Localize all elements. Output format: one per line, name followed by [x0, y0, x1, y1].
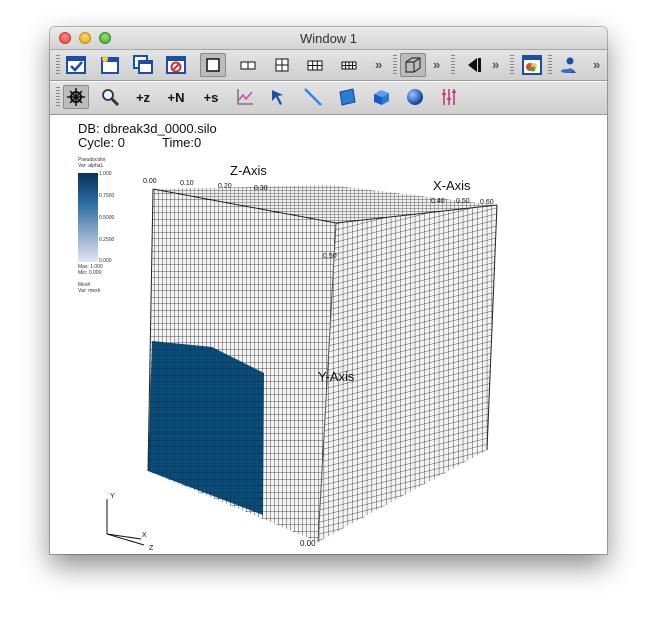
active-window-checkbox-button[interactable]: [63, 53, 89, 77]
lock-person-icon: [561, 57, 576, 73]
y-tick-1: 0.50: [323, 253, 337, 260]
pick-surface-icon: +s: [203, 89, 219, 105]
toolbar-overflow-chevron-3[interactable]: »: [492, 57, 499, 72]
window-toolbar: » » » »: [50, 50, 607, 81]
lock-view-button[interactable]: [556, 53, 582, 77]
line-tool-button[interactable]: [300, 85, 326, 109]
palette-icon: [522, 55, 542, 75]
zoom-button-tool[interactable]: [97, 85, 123, 109]
clone-window-icon: [133, 55, 153, 74]
triad-z-label: Z: [149, 545, 154, 552]
window-title: Window 1: [299, 31, 358, 46]
pick-node-icon: +N: [167, 89, 185, 105]
delete-window-icon: [166, 56, 186, 74]
magnifier-icon: [102, 89, 120, 107]
plane-tool-button[interactable]: [334, 85, 360, 109]
axis-restriction-icon: [442, 89, 456, 105]
toolbar-separator-4: [548, 55, 552, 75]
plane-icon: [339, 88, 356, 106]
toolbar-overflow-chevron-4[interactable]: »: [593, 57, 600, 72]
toolbar2-handle[interactable]: [56, 87, 60, 107]
axis-restriction-button[interactable]: [436, 85, 462, 109]
z-tick-0: 0.00: [143, 178, 157, 185]
layout-3x3-button[interactable]: [336, 53, 362, 77]
navigate-icon: [67, 88, 85, 106]
3d-mesh-scene[interactable]: Z-Axis X-Axis Y-Axis 0.00 0.10 0.20 0.30…: [50, 115, 607, 554]
step-back-icon: [468, 58, 481, 72]
popup-palette-button[interactable]: [519, 53, 545, 77]
interaction-toolbar: +z +N +s: [50, 82, 607, 115]
x-tick-1: 0.40: [431, 198, 445, 205]
layout-2x2-icon: [275, 58, 289, 72]
box-tool-button[interactable]: [368, 85, 394, 109]
layout-2x3-button[interactable]: [302, 53, 328, 77]
delete-window-button[interactable]: [163, 53, 189, 77]
toolbar-handle[interactable]: [56, 55, 60, 75]
x-tick-2: 0.50: [456, 198, 470, 205]
z-tick-2: 0.20: [218, 183, 232, 190]
pick-surface-button[interactable]: +s: [198, 85, 224, 109]
new-window-icon: [101, 56, 119, 74]
toolbar-overflow-chevron[interactable]: »: [375, 57, 382, 72]
new-window-button[interactable]: [97, 53, 123, 77]
sphere-icon: [407, 89, 423, 105]
animation-back-button[interactable]: [460, 53, 486, 77]
layout-2x2-button[interactable]: [269, 53, 295, 77]
pick-zone-button[interactable]: +z: [130, 85, 156, 109]
triad-x-label: X: [142, 532, 147, 539]
pick-zone-icon: +z: [135, 89, 151, 105]
checkbox-icon: [66, 56, 86, 74]
layout-2x3-icon: [307, 60, 323, 71]
cube-outline-icon: [405, 57, 421, 73]
z-tick-1: 0.10: [180, 180, 194, 187]
z-axis-title: Z-Axis: [230, 163, 267, 178]
x-tick-3: 0.60: [480, 199, 494, 206]
bottom-axis-value: 0.00: [300, 539, 316, 548]
fluid-region: [148, 341, 264, 515]
y-axis-title: Y-Axis: [318, 369, 355, 384]
lineout-icon: [237, 89, 253, 105]
toolbar-overflow-chevron-2[interactable]: »: [433, 57, 440, 72]
triad-y-label: Y: [110, 493, 115, 500]
title-bar[interactable]: Window 1: [50, 27, 607, 50]
toolbar-separator-3: [510, 55, 514, 75]
toolbar-separator: [393, 55, 397, 75]
box-icon: [374, 90, 389, 105]
view-3d-button[interactable]: [400, 53, 426, 77]
z-tick-3: 0.30: [254, 185, 268, 192]
pick-tool-button[interactable]: [266, 85, 292, 109]
navigate-button[interactable]: [63, 85, 89, 109]
render-viewport[interactable]: DB: dbreak3d_0000.silo Cycle: 0 Time:0 P…: [50, 115, 607, 554]
x-axis-title: X-Axis: [433, 178, 471, 193]
pointer-icon: [272, 90, 283, 105]
layout-1x1-icon: [206, 58, 220, 72]
orientation-triad: [106, 499, 145, 546]
sphere-tool-button[interactable]: [402, 85, 428, 109]
toolbar-separator-2: [451, 55, 455, 75]
layout-1x2-button[interactable]: [235, 53, 261, 77]
layout-1x1-button[interactable]: [200, 53, 226, 77]
clone-window-button[interactable]: [130, 53, 156, 77]
pick-node-button[interactable]: +N: [163, 85, 189, 109]
layout-3x3-icon: [341, 61, 357, 70]
visit-window: Window 1 » » » » +z +N +s DB: dbreak3d_0…: [50, 27, 607, 554]
layout-1x2-icon: [240, 61, 256, 70]
lineout-button[interactable]: [232, 85, 258, 109]
line-icon: [304, 88, 322, 106]
